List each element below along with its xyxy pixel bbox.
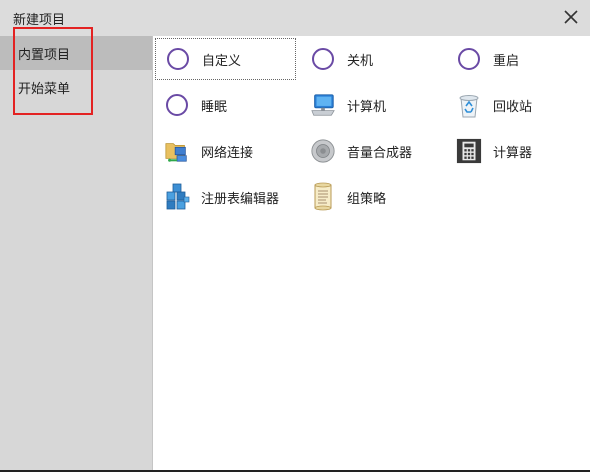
- item-label: 自定义: [202, 53, 242, 69]
- registry-editor-icon: [166, 183, 190, 210]
- ring-icon: [458, 48, 480, 70]
- ring-icon: [312, 48, 334, 70]
- close-icon: [564, 10, 578, 24]
- item-computer[interactable]: 计算机: [301, 84, 442, 126]
- computer-icon: [311, 94, 335, 116]
- dialog-title: 新建项目: [13, 13, 66, 28]
- item-label: 网络连接: [201, 145, 254, 161]
- sidebar: 内置项目 开始菜单: [0, 36, 153, 472]
- item-custom[interactable]: 自定义: [155, 38, 296, 80]
- item-calculator[interactable]: 计算器: [447, 130, 588, 172]
- item-label: 睡眠: [201, 99, 228, 115]
- item-label: 重启: [493, 53, 520, 69]
- sidebar-item-start-menu[interactable]: 开始菜单: [0, 70, 152, 104]
- item-label: 回收站: [493, 99, 533, 115]
- item-recycle-bin[interactable]: 回收站: [447, 84, 588, 126]
- sidebar-item-builtin[interactable]: 内置项目: [0, 36, 152, 70]
- items-grid: 自定义 关机 重启 睡眠 计算机 回收站 网络连接 音量合成器 计算器 注册表编…: [153, 36, 590, 472]
- close-button[interactable]: [558, 4, 584, 30]
- item-group-policy[interactable]: 组策略: [301, 176, 442, 218]
- item-volume-mixer[interactable]: 音量合成器: [301, 130, 442, 172]
- item-label: 组策略: [347, 191, 387, 207]
- item-label: 计算器: [493, 145, 533, 161]
- item-network-connections[interactable]: 网络连接: [155, 130, 296, 172]
- item-registry-editor[interactable]: 注册表编辑器: [155, 176, 296, 218]
- network-connections-icon: [165, 143, 187, 162]
- title-bar: 新建项目: [0, 0, 590, 36]
- item-label: 计算机: [347, 99, 387, 115]
- group-policy-icon: [314, 182, 332, 211]
- calculator-icon: [456, 138, 482, 164]
- item-label: 注册表编辑器: [201, 191, 280, 207]
- sidebar-item-label: 内置项目: [18, 47, 71, 63]
- ring-icon: [166, 94, 188, 116]
- item-label: 关机: [347, 53, 374, 69]
- ring-icon: [167, 48, 189, 70]
- item-label: 音量合成器: [347, 145, 413, 161]
- speaker-icon: [311, 139, 335, 163]
- sidebar-item-label: 开始菜单: [18, 81, 71, 97]
- item-shutdown[interactable]: 关机: [301, 38, 442, 80]
- recycle-bin-icon: [459, 95, 479, 118]
- new-item-dialog: 新建项目 内置项目 开始菜单 自定义 关机 重启 睡眠 计算机 回收站 网络连接…: [0, 0, 590, 472]
- item-sleep[interactable]: 睡眠: [155, 84, 296, 126]
- item-restart[interactable]: 重启: [447, 38, 588, 80]
